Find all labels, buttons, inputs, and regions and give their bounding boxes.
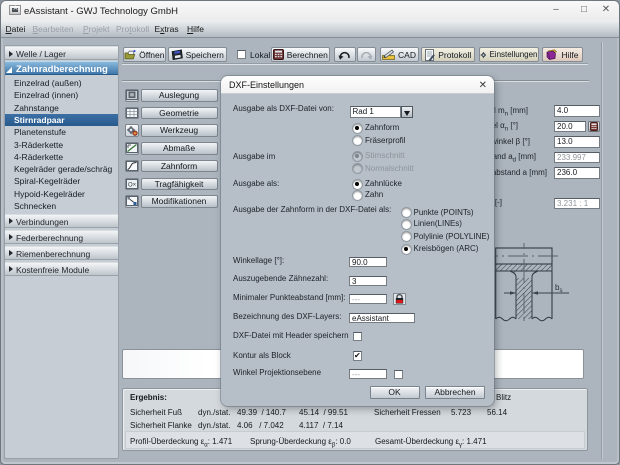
svg-text:bs: bs bbox=[555, 283, 562, 294]
svg-text:O×: O× bbox=[128, 182, 137, 188]
